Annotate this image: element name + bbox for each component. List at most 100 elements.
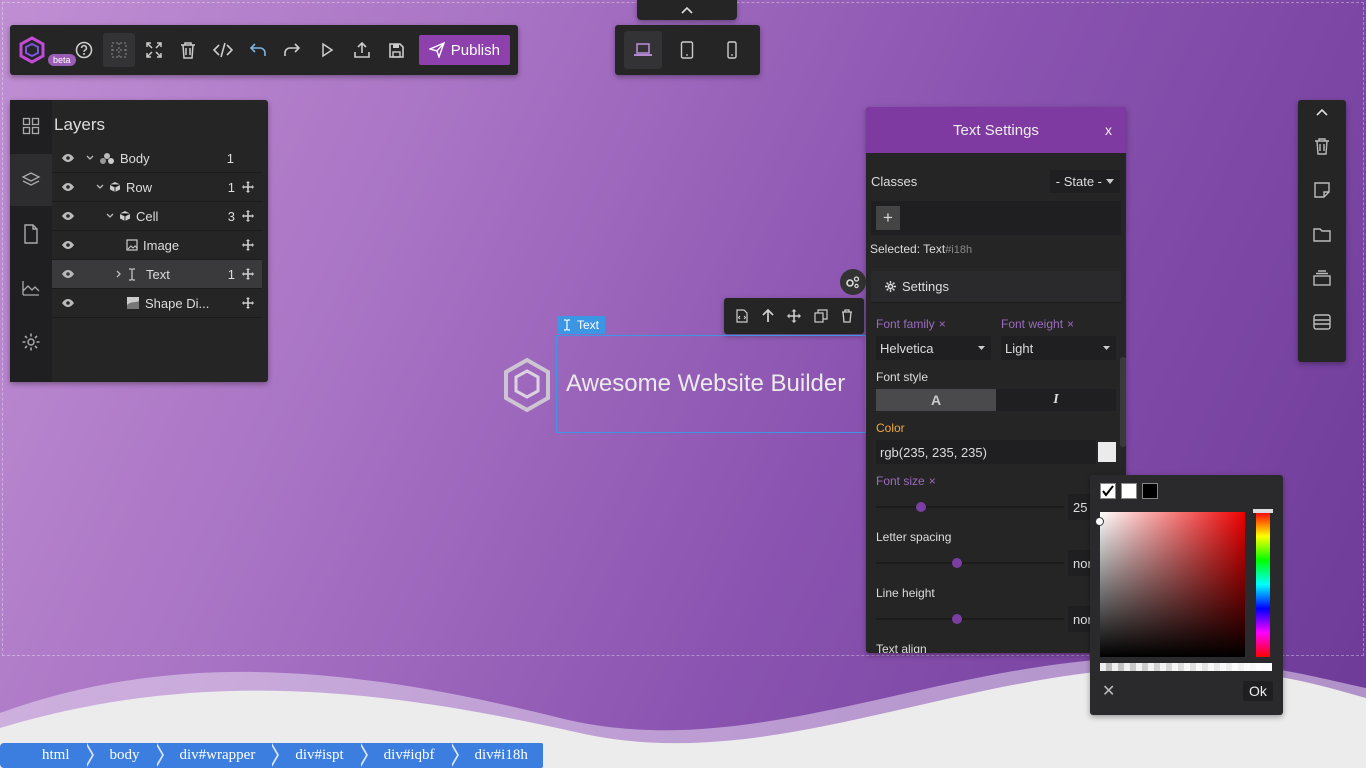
font-style-normal-button[interactable]: A [876, 389, 996, 411]
stack-button[interactable] [1298, 256, 1346, 300]
assets-tab[interactable] [10, 262, 52, 314]
clear-font-family-icon[interactable]: × [939, 317, 946, 331]
edit-code-icon[interactable] [735, 309, 749, 323]
save-button[interactable] [380, 33, 413, 67]
hue-handle[interactable] [1253, 509, 1273, 513]
visibility-eye-icon[interactable] [61, 240, 75, 250]
layer-row-shape-divider[interactable]: Shape Di... [52, 289, 262, 318]
settings-tab[interactable] [10, 316, 52, 368]
layer-count: 3 [227, 208, 235, 224]
color-swatch[interactable] [1098, 442, 1116, 462]
blocks-icon [22, 117, 40, 135]
panel-switcher [10, 100, 52, 382]
alpha-slider[interactable] [1100, 663, 1272, 671]
breadcrumb-item[interactable]: div#wrapper [155, 743, 280, 768]
visibility-eye-icon[interactable] [61, 298, 75, 308]
clone-icon[interactable] [814, 309, 828, 323]
undo-button[interactable] [241, 33, 274, 67]
delete-icon[interactable] [841, 309, 853, 323]
breadcrumb-item[interactable]: div#ispt [271, 743, 369, 768]
trash-button[interactable] [1298, 124, 1346, 168]
chevron-down-icon[interactable] [96, 184, 104, 190]
saturation-handle[interactable] [1095, 517, 1104, 526]
properties: Font family × Helvetica Font weight × Ligh… [866, 317, 1126, 653]
text-cursor-icon [563, 319, 571, 331]
transparent-swatch[interactable] [1100, 483, 1116, 499]
close-settings-button[interactable]: x [1105, 122, 1112, 138]
redo-button[interactable] [276, 33, 309, 67]
visibility-eye-icon[interactable] [61, 211, 75, 221]
preview-button[interactable] [311, 33, 344, 67]
layout-icon [1313, 314, 1331, 330]
collapse-toolbar-button[interactable] [637, 0, 737, 20]
style-manager-toggle[interactable] [840, 269, 866, 295]
selected-info: Selected: Text#i18h [866, 235, 1126, 263]
collapse-right-button[interactable] [1298, 100, 1346, 124]
clear-font-size-icon[interactable]: × [929, 474, 936, 488]
letter-spacing-slider[interactable] [876, 558, 1064, 568]
paper-plane-icon [428, 42, 445, 58]
saturation-area[interactable] [1100, 512, 1245, 657]
device-mobile-button[interactable] [713, 31, 751, 69]
device-desktop-button[interactable] [624, 31, 663, 69]
layout-button[interactable] [1298, 300, 1346, 344]
slider-handle[interactable] [952, 614, 962, 624]
layer-row-cell[interactable]: Cell 3 [52, 202, 262, 231]
device-tablet-button[interactable] [668, 31, 706, 69]
add-class-button[interactable]: + [876, 206, 900, 230]
layer-row-image[interactable]: Image [52, 231, 262, 260]
layer-row-body[interactable]: Body 1 [52, 144, 262, 173]
visibility-eye-icon[interactable] [61, 269, 75, 279]
breadcrumb-item[interactable]: div#i18h [450, 743, 543, 768]
clear-font-weight-icon[interactable]: × [1067, 317, 1074, 331]
slider-handle[interactable] [916, 502, 926, 512]
state-select[interactable]: - State - [1049, 170, 1120, 193]
publish-button[interactable]: Publish [418, 35, 510, 65]
clear-canvas-button[interactable] [172, 33, 205, 67]
move-icon[interactable] [786, 309, 801, 323]
layer-count: 1 [226, 150, 234, 166]
folder-button[interactable] [1298, 212, 1346, 256]
cancel-color-button[interactable]: ✕ [1102, 681, 1115, 701]
white-swatch[interactable] [1121, 483, 1137, 499]
breadcrumb-item[interactable]: div#iqbf [359, 743, 459, 768]
notes-button[interactable] [1298, 168, 1346, 212]
code-button[interactable] [207, 33, 240, 67]
pages-tab[interactable] [10, 208, 52, 260]
layer-row-row[interactable]: Row 1 [52, 173, 262, 202]
line-height-slider[interactable] [876, 614, 1064, 624]
layer-row-text[interactable]: Text 1 [52, 260, 262, 289]
hue-slider[interactable] [1256, 512, 1270, 657]
color-input[interactable]: rgb(235, 235, 235) [876, 440, 1096, 464]
move-icon[interactable] [242, 210, 254, 222]
export-button[interactable] [345, 33, 378, 67]
blocks-tab[interactable] [10, 100, 52, 152]
font-size-slider[interactable] [876, 502, 1064, 512]
chevron-down-icon[interactable] [106, 213, 114, 219]
settings-title: Text Settings [953, 121, 1039, 139]
move-icon[interactable] [242, 239, 254, 251]
font-style-italic-button[interactable]: I [996, 389, 1116, 411]
visibility-eye-icon[interactable] [61, 182, 75, 192]
move-icon[interactable] [242, 181, 254, 193]
font-weight-select[interactable]: Light [1001, 336, 1116, 360]
black-swatch[interactable] [1142, 483, 1158, 499]
canvas-heading[interactable]: Awesome Website Builder [566, 370, 845, 398]
layers-tab[interactable] [10, 154, 52, 206]
text-settings-panel: Text Settings x Classes - State - + Sele… [866, 107, 1126, 653]
visibility-eye-icon[interactable] [61, 153, 75, 163]
breadcrumb-item[interactable]: html [0, 743, 93, 768]
font-family-select[interactable]: Helvetica [876, 336, 991, 360]
chevron-right-icon[interactable] [116, 270, 122, 278]
select-parent-icon[interactable] [762, 309, 774, 323]
move-icon[interactable] [242, 297, 254, 309]
grid-toggle-button[interactable] [102, 33, 136, 67]
fullscreen-button[interactable] [137, 33, 170, 67]
settings-scrollbar[interactable] [1120, 357, 1126, 447]
slider-handle[interactable] [952, 558, 962, 568]
ok-button[interactable]: Ok [1243, 681, 1273, 701]
settings-section-header[interactable]: Settings [871, 271, 1121, 303]
breadcrumb-item[interactable]: body [85, 743, 164, 768]
chevron-down-icon[interactable] [86, 155, 94, 161]
move-icon[interactable] [242, 268, 254, 280]
